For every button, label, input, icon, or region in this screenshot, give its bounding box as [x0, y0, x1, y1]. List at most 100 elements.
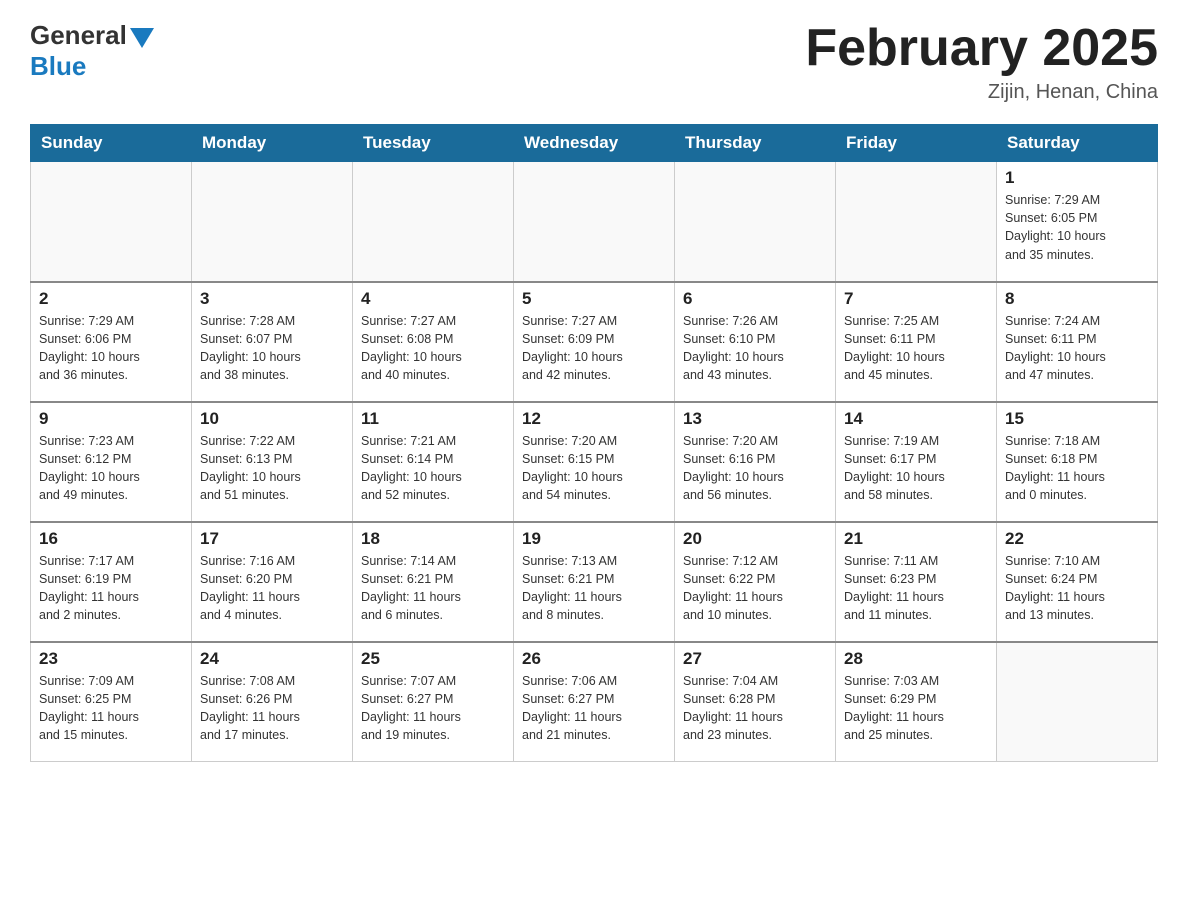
day-number: 26	[522, 649, 666, 669]
calendar-table: SundayMondayTuesdayWednesdayThursdayFrid…	[30, 124, 1158, 762]
calendar-cell: 27 Sunrise: 7:04 AM Sunset: 6:28 PM Dayli…	[675, 642, 836, 762]
day-number: 21	[844, 529, 988, 549]
calendar-week-row: 1 Sunrise: 7:29 AM Sunset: 6:05 PM Daylig…	[31, 162, 1158, 282]
weekday-header-friday: Friday	[836, 125, 997, 162]
calendar-cell: 15 Sunrise: 7:18 AM Sunset: 6:18 PM Dayli…	[997, 402, 1158, 522]
day-number: 19	[522, 529, 666, 549]
calendar-cell: 28 Sunrise: 7:03 AM Sunset: 6:29 PM Dayli…	[836, 642, 997, 762]
day-info: Sunrise: 7:27 AM Sunset: 6:09 PM Dayligh…	[522, 312, 666, 385]
calendar-cell: 20Sunrise: 7:12 AM Sunset: 6:22 PM Dayli…	[675, 522, 836, 642]
day-info: Sunrise: 7:03 AM Sunset: 6:29 PM Dayligh…	[844, 672, 988, 745]
day-number: 11	[361, 409, 505, 429]
calendar-week-row: 2Sunrise: 7:29 AM Sunset: 6:06 PM Daylig…	[31, 282, 1158, 402]
calendar-week-row: 9 Sunrise: 7:23 AM Sunset: 6:12 PM Daylig…	[31, 402, 1158, 522]
day-info: Sunrise: 7:18 AM Sunset: 6:18 PM Dayligh…	[1005, 432, 1149, 505]
page-header: General Blue February 2025 Zijin, Henan,…	[30, 20, 1158, 104]
day-number: 13	[683, 409, 827, 429]
day-info: Sunrise: 7:28 AM Sunset: 6:07 PM Dayligh…	[200, 312, 344, 385]
day-number: 15	[1005, 409, 1149, 429]
day-info: Sunrise: 7:26 AM Sunset: 6:10 PM Dayligh…	[683, 312, 827, 385]
day-info: Sunrise: 7:27 AM Sunset: 6:08 PM Dayligh…	[361, 312, 505, 385]
calendar-cell: 25 Sunrise: 7:07 AM Sunset: 6:27 PM Dayli…	[353, 642, 514, 762]
logo: General Blue	[30, 20, 157, 82]
calendar-cell: 8 Sunrise: 7:24 AM Sunset: 6:11 PM Daylig…	[997, 282, 1158, 402]
day-info: Sunrise: 7:20 AM Sunset: 6:15 PM Dayligh…	[522, 432, 666, 505]
calendar-cell	[31, 162, 192, 282]
day-info: Sunrise: 7:24 AM Sunset: 6:11 PM Dayligh…	[1005, 312, 1149, 385]
day-number: 27	[683, 649, 827, 669]
day-info: Sunrise: 7:23 AM Sunset: 6:12 PM Dayligh…	[39, 432, 183, 505]
calendar-cell	[514, 162, 675, 282]
calendar-cell: 4Sunrise: 7:27 AM Sunset: 6:08 PM Daylig…	[353, 282, 514, 402]
day-number: 7	[844, 289, 988, 309]
day-number: 10	[200, 409, 344, 429]
day-info: Sunrise: 7:10 AM Sunset: 6:24 PM Dayligh…	[1005, 552, 1149, 625]
day-number: 3	[200, 289, 344, 309]
weekday-header-monday: Monday	[192, 125, 353, 162]
calendar-cell: 16 Sunrise: 7:17 AM Sunset: 6:19 PM Dayli…	[31, 522, 192, 642]
day-number: 16	[39, 529, 183, 549]
calendar-cell: 22 Sunrise: 7:10 AM Sunset: 6:24 PM Dayli…	[997, 522, 1158, 642]
calendar-cell	[192, 162, 353, 282]
day-info: Sunrise: 7:04 AM Sunset: 6:28 PM Dayligh…	[683, 672, 827, 745]
day-info: Sunrise: 7:19 AM Sunset: 6:17 PM Dayligh…	[844, 432, 988, 505]
day-info: Sunrise: 7:09 AM Sunset: 6:25 PM Dayligh…	[39, 672, 183, 745]
logo-blue-text: Blue	[30, 51, 86, 82]
calendar-cell: 17 Sunrise: 7:16 AM Sunset: 6:20 PM Dayli…	[192, 522, 353, 642]
day-info: Sunrise: 7:29 AM Sunset: 6:06 PM Dayligh…	[39, 312, 183, 385]
day-info: Sunrise: 7:08 AM Sunset: 6:26 PM Dayligh…	[200, 672, 344, 745]
title-area: February 2025 Zijin, Henan, China	[805, 20, 1158, 104]
calendar-cell: 21 Sunrise: 7:11 AM Sunset: 6:23 PM Dayli…	[836, 522, 997, 642]
calendar-cell	[353, 162, 514, 282]
calendar-cell	[997, 642, 1158, 762]
day-info: Sunrise: 7:22 AM Sunset: 6:13 PM Dayligh…	[200, 432, 344, 505]
calendar-cell: 18 Sunrise: 7:14 AM Sunset: 6:21 PM Dayli…	[353, 522, 514, 642]
calendar-cell: 12 Sunrise: 7:20 AM Sunset: 6:15 PM Dayli…	[514, 402, 675, 522]
day-info: Sunrise: 7:17 AM Sunset: 6:19 PM Dayligh…	[39, 552, 183, 625]
day-number: 12	[522, 409, 666, 429]
day-number: 22	[1005, 529, 1149, 549]
day-number: 9	[39, 409, 183, 429]
day-number: 1	[1005, 168, 1149, 188]
day-info: Sunrise: 7:20 AM Sunset: 6:16 PM Dayligh…	[683, 432, 827, 505]
day-number: 24	[200, 649, 344, 669]
calendar-week-row: 16 Sunrise: 7:17 AM Sunset: 6:19 PM Dayli…	[31, 522, 1158, 642]
calendar-cell: 13 Sunrise: 7:20 AM Sunset: 6:16 PM Dayli…	[675, 402, 836, 522]
day-number: 28	[844, 649, 988, 669]
calendar-cell: 9 Sunrise: 7:23 AM Sunset: 6:12 PM Daylig…	[31, 402, 192, 522]
day-number: 25	[361, 649, 505, 669]
day-info: Sunrise: 7:14 AM Sunset: 6:21 PM Dayligh…	[361, 552, 505, 625]
calendar-cell: 26 Sunrise: 7:06 AM Sunset: 6:27 PM Dayli…	[514, 642, 675, 762]
month-title: February 2025	[805, 20, 1158, 77]
calendar-cell: 7Sunrise: 7:25 AM Sunset: 6:11 PM Daylig…	[836, 282, 997, 402]
day-number: 23	[39, 649, 183, 669]
weekday-header-tuesday: Tuesday	[353, 125, 514, 162]
calendar-week-row: 23 Sunrise: 7:09 AM Sunset: 6:25 PM Dayli…	[31, 642, 1158, 762]
day-number: 14	[844, 409, 988, 429]
weekday-header-thursday: Thursday	[675, 125, 836, 162]
calendar-cell: 19Sunrise: 7:13 AM Sunset: 6:21 PM Dayli…	[514, 522, 675, 642]
calendar-cell: 11Sunrise: 7:21 AM Sunset: 6:14 PM Dayli…	[353, 402, 514, 522]
day-number: 18	[361, 529, 505, 549]
day-number: 8	[1005, 289, 1149, 309]
day-info: Sunrise: 7:06 AM Sunset: 6:27 PM Dayligh…	[522, 672, 666, 745]
day-number: 5	[522, 289, 666, 309]
weekday-header-wednesday: Wednesday	[514, 125, 675, 162]
day-info: Sunrise: 7:12 AM Sunset: 6:22 PM Dayligh…	[683, 552, 827, 625]
day-info: Sunrise: 7:07 AM Sunset: 6:27 PM Dayligh…	[361, 672, 505, 745]
calendar-cell: 14 Sunrise: 7:19 AM Sunset: 6:17 PM Dayli…	[836, 402, 997, 522]
day-info: Sunrise: 7:29 AM Sunset: 6:05 PM Dayligh…	[1005, 191, 1149, 264]
logo-general-text: General	[30, 20, 127, 51]
weekday-header-sunday: Sunday	[31, 125, 192, 162]
weekday-header-saturday: Saturday	[997, 125, 1158, 162]
calendar-cell: 10 Sunrise: 7:22 AM Sunset: 6:13 PM Dayli…	[192, 402, 353, 522]
day-info: Sunrise: 7:11 AM Sunset: 6:23 PM Dayligh…	[844, 552, 988, 625]
logo-triangle-icon	[130, 28, 154, 48]
day-info: Sunrise: 7:16 AM Sunset: 6:20 PM Dayligh…	[200, 552, 344, 625]
day-number: 17	[200, 529, 344, 549]
calendar-cell	[836, 162, 997, 282]
calendar-header-row: SundayMondayTuesdayWednesdayThursdayFrid…	[31, 125, 1158, 162]
calendar-cell: 23 Sunrise: 7:09 AM Sunset: 6:25 PM Dayli…	[31, 642, 192, 762]
calendar-cell: 6Sunrise: 7:26 AM Sunset: 6:10 PM Daylig…	[675, 282, 836, 402]
calendar-cell	[675, 162, 836, 282]
